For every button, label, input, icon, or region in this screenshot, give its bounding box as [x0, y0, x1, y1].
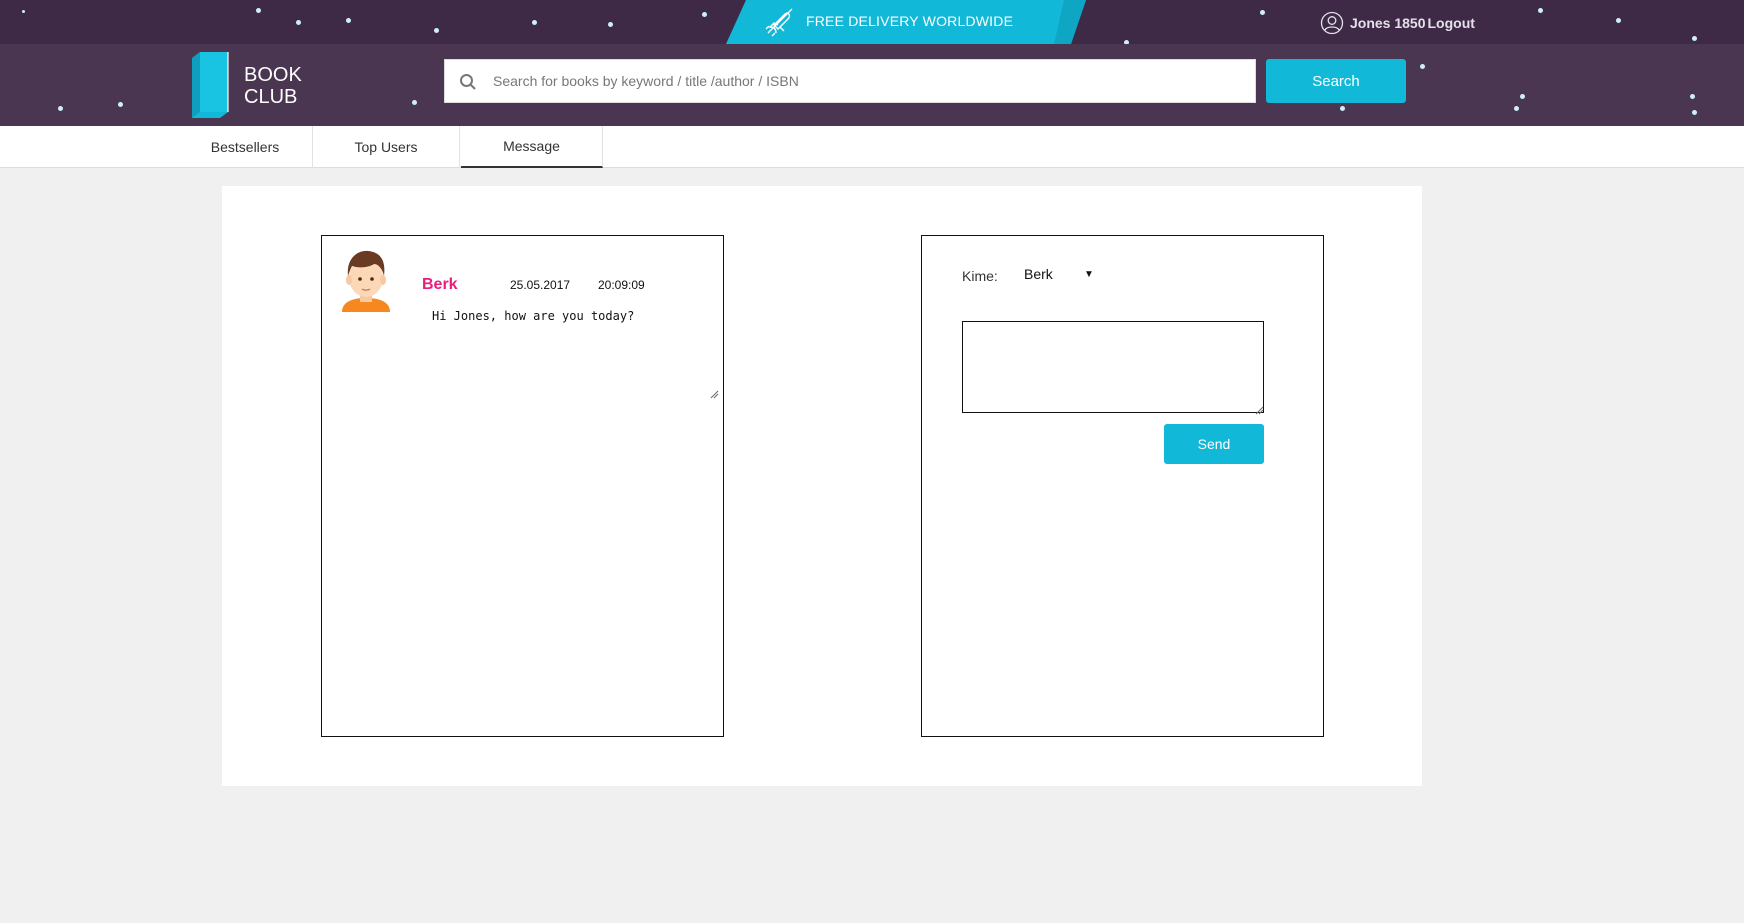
star-decoration [256, 8, 261, 13]
search-bar [444, 59, 1256, 103]
free-delivery-text: FREE DELIVERY WORLDWIDE [806, 13, 1014, 29]
star-decoration [532, 20, 537, 25]
message-text: Hi Jones, how are you today? [432, 309, 635, 323]
star-decoration [1692, 110, 1697, 115]
star-decoration [346, 18, 351, 23]
resize-handle-icon[interactable] [1255, 406, 1264, 415]
message-sender[interactable]: Berk [422, 276, 458, 294]
tab-bestsellers[interactable]: Bestsellers [178, 126, 313, 168]
avatar [342, 250, 390, 312]
inbox-box[interactable]: Berk 25.05.2017 20:09:09 Hi Jones, how a… [321, 235, 724, 737]
message-time: 20:09:09 [598, 278, 645, 292]
logo-text: BOOK CLUB [244, 64, 302, 108]
resize-handle-icon[interactable] [710, 390, 719, 399]
free-delivery-banner: FREE DELIVERY WORLDWIDE [726, 0, 1086, 44]
star-decoration [1260, 10, 1265, 15]
logout-link[interactable]: Logout [1428, 15, 1475, 31]
star-decoration [434, 28, 439, 33]
star-decoration [412, 100, 417, 105]
compose-box: Kime: Berk ▼ Send [921, 235, 1324, 737]
book-icon [192, 52, 229, 118]
star-decoration [1616, 18, 1621, 23]
book-club-logo[interactable]: BOOK CLUB [190, 52, 310, 118]
star-decoration [118, 102, 123, 107]
star-decoration [1340, 106, 1345, 111]
chevron-down-icon[interactable]: ▼ [1084, 269, 1094, 280]
top-bar: FREE DELIVERY WORLDWIDE Jones 1850 Logou… [0, 0, 1744, 44]
message-panel: Berk 25.05.2017 20:09:09 Hi Jones, how a… [222, 186, 1422, 786]
search-input[interactable] [493, 60, 1243, 102]
message-textarea[interactable] [962, 321, 1264, 413]
message-date: 25.05.2017 [510, 278, 571, 292]
star-decoration [58, 106, 63, 111]
recipient-label: Kime: [962, 268, 998, 284]
user-circle-icon [1320, 11, 1344, 35]
tab-message[interactable]: Message [461, 126, 603, 168]
send-button[interactable]: Send [1164, 424, 1264, 464]
star-decoration [608, 22, 613, 27]
recipient-select[interactable]: Berk [1024, 266, 1053, 282]
star-decoration [296, 20, 301, 25]
username-link[interactable]: Jones 1850 [1350, 15, 1426, 31]
star-decoration [702, 12, 707, 17]
logo-line-2: CLUB [244, 86, 298, 108]
user-menu[interactable]: Jones 1850 Logout [1320, 11, 1475, 35]
rocket-icon [765, 8, 793, 37]
star-decoration [1520, 94, 1525, 99]
star-decoration [22, 10, 25, 13]
star-decoration [1690, 94, 1695, 99]
tab-top-users[interactable]: Top Users [313, 126, 460, 168]
logo-line-1: BOOK [244, 64, 302, 86]
star-decoration [1538, 8, 1543, 13]
search-icon [460, 74, 476, 90]
search-button[interactable]: Search [1266, 59, 1406, 103]
star-decoration [1420, 64, 1425, 69]
nav-tabs: Bestsellers Top Users Message [0, 126, 1744, 168]
star-decoration [1692, 36, 1697, 41]
star-decoration [1514, 106, 1519, 111]
